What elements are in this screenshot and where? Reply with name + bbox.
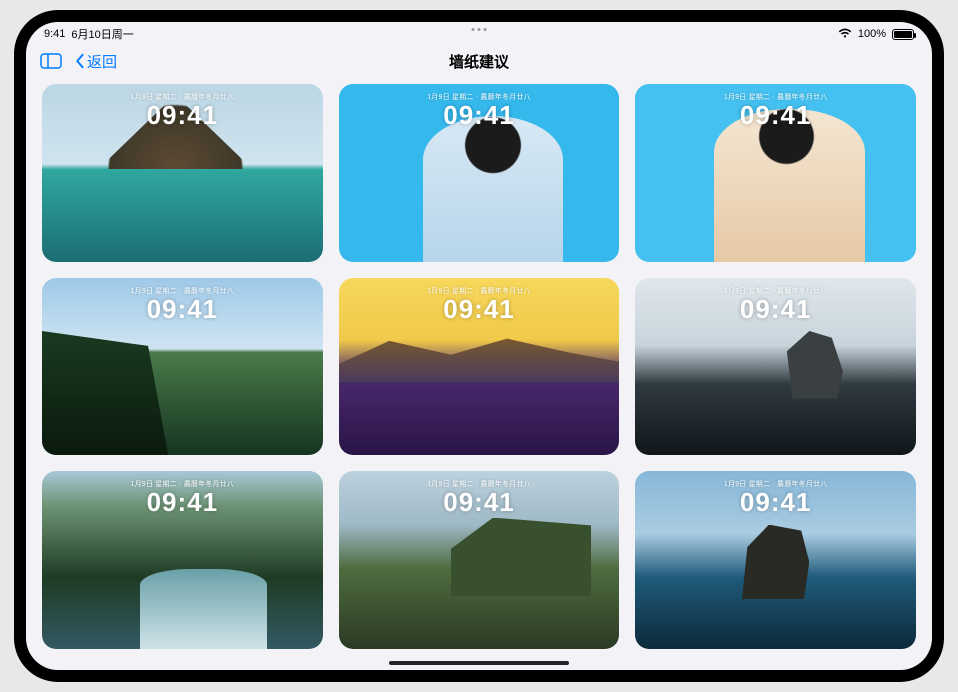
lockscreen-time: 09:41 [42,100,323,131]
lockscreen-overlay: 1月9日 星期二 · 農曆年冬月廿八09:41 [42,92,323,131]
lockscreen-date: 1月9日 星期二 · 農曆年冬月廿八 [635,92,916,102]
lockscreen-date: 1月9日 星期二 · 農曆年冬月廿八 [635,479,916,489]
lockscreen-overlay: 1月9日 星期二 · 農曆年冬月廿八09:41 [635,479,916,518]
lockscreen-time: 09:41 [42,487,323,518]
status-bar: 9:41 6月10日周一 100% [26,22,932,44]
multitask-dots-icon[interactable] [472,28,487,31]
lockscreen-time: 09:41 [635,294,916,325]
sidebar-icon [40,53,62,69]
nav-bar: 返回 墙纸建议 [26,44,932,78]
sidebar-toggle-button[interactable] [38,51,64,71]
lockscreen-time: 09:41 [635,487,916,518]
wifi-icon [838,27,852,42]
wallpaper-portrait-blue-1[interactable]: 1月9日 星期二 · 農曆年冬月廿八09:41 [339,84,620,262]
lockscreen-overlay: 1月9日 星期二 · 農曆年冬月廿八09:41 [635,92,916,131]
wallpaper-sea-stack-bw[interactable]: 1月9日 星期二 · 農曆年冬月廿八09:41 [635,278,916,456]
page-title: 墙纸建议 [449,51,509,72]
screen: 9:41 6月10日周一 100% [26,22,932,670]
lockscreen-date: 1月9日 星期二 · 農曆年冬月廿八 [339,479,620,489]
back-label: 返回 [87,51,117,72]
lockscreen-date: 1月9日 星期二 · 農曆年冬月廿八 [635,286,916,296]
lockscreen-overlay: 1月9日 星期二 · 農曆年冬月廿八09:41 [42,479,323,518]
battery-icon [892,29,914,40]
battery-percent: 100% [858,28,886,40]
lockscreen-time: 09:41 [339,100,620,131]
lockscreen-time: 09:41 [42,294,323,325]
lockscreen-overlay: 1月9日 星期二 · 農曆年冬月廿八09:41 [42,286,323,325]
wallpaper-beach-duotone[interactable]: 1月9日 星期二 · 農曆年冬月廿八09:41 [339,278,620,456]
ipad-device-frame: 9:41 6月10日周一 100% [14,10,944,682]
wallpaper-grid: 1月9日 星期二 · 農曆年冬月廿八09:411月9日 星期二 · 農曆年冬月廿… [26,78,932,649]
wallpaper-sea-rock[interactable]: 1月9日 星期二 · 農曆年冬月廿八09:41 [635,471,916,649]
lockscreen-time: 09:41 [339,294,620,325]
lockscreen-date: 1月9日 星期二 · 農曆年冬月廿八 [339,92,620,102]
wallpaper-jungle-river[interactable]: 1月9日 星期二 · 農曆年冬月廿八09:41 [42,471,323,649]
lockscreen-overlay: 1月9日 星期二 · 農曆年冬月廿八09:41 [339,286,620,325]
lockscreen-overlay: 1月9日 星期二 · 農曆年冬月廿八09:41 [339,92,620,131]
lockscreen-time: 09:41 [339,487,620,518]
status-time: 9:41 [44,28,65,40]
wallpaper-green-cliff[interactable]: 1月9日 星期二 · 農曆年冬月廿八09:41 [42,278,323,456]
lockscreen-date: 1月9日 星期二 · 農曆年冬月廿八 [42,479,323,489]
home-indicator[interactable] [389,661,569,665]
status-date: 6月10日周一 [71,26,133,42]
back-button[interactable]: 返回 [74,51,117,72]
lockscreen-date: 1月9日 星期二 · 農曆年冬月廿八 [339,286,620,296]
wallpaper-highlands[interactable]: 1月9日 星期二 · 農曆年冬月廿八09:41 [339,471,620,649]
lockscreen-overlay: 1月9日 星期二 · 農曆年冬月廿八09:41 [339,479,620,518]
chevron-left-icon [74,53,85,69]
lockscreen-date: 1月9日 星期二 · 農曆年冬月廿八 [42,286,323,296]
lockscreen-date: 1月9日 星期二 · 農曆年冬月廿八 [42,92,323,102]
wallpaper-portrait-blue-2[interactable]: 1月9日 星期二 · 農曆年冬月廿八09:41 [635,84,916,262]
lockscreen-time: 09:41 [635,100,916,131]
wallpaper-volcano-lagoon[interactable]: 1月9日 星期二 · 農曆年冬月廿八09:41 [42,84,323,262]
lockscreen-overlay: 1月9日 星期二 · 農曆年冬月廿八09:41 [635,286,916,325]
